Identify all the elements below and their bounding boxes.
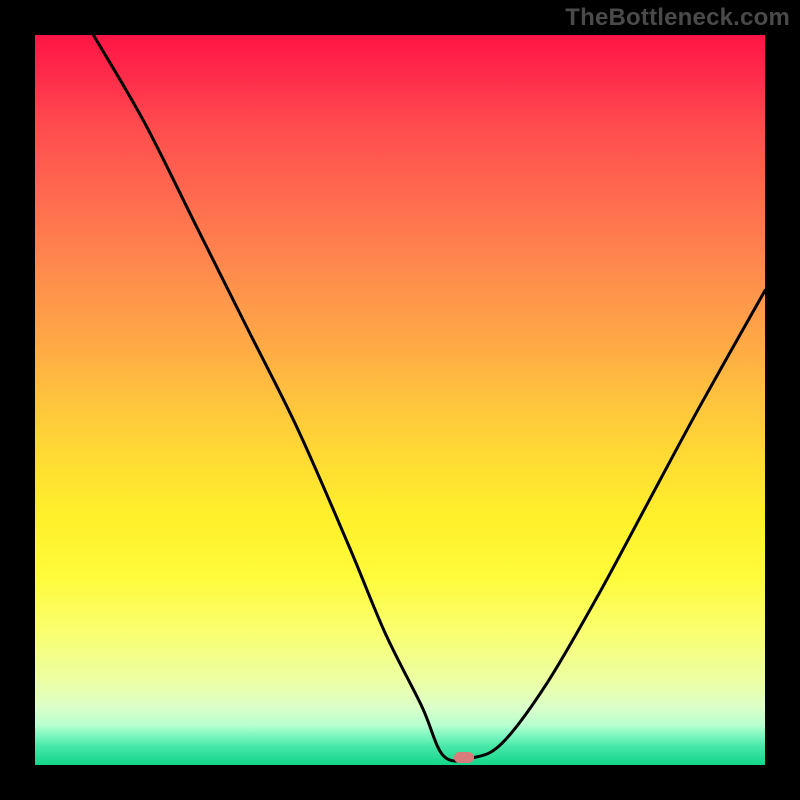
plot-area xyxy=(35,35,765,765)
curve-path xyxy=(93,35,765,761)
minimum-marker xyxy=(454,752,474,763)
watermark-text: TheBottleneck.com xyxy=(565,4,790,32)
chart-frame: TheBottleneck.com xyxy=(0,0,800,800)
bottleneck-curve xyxy=(35,35,765,765)
